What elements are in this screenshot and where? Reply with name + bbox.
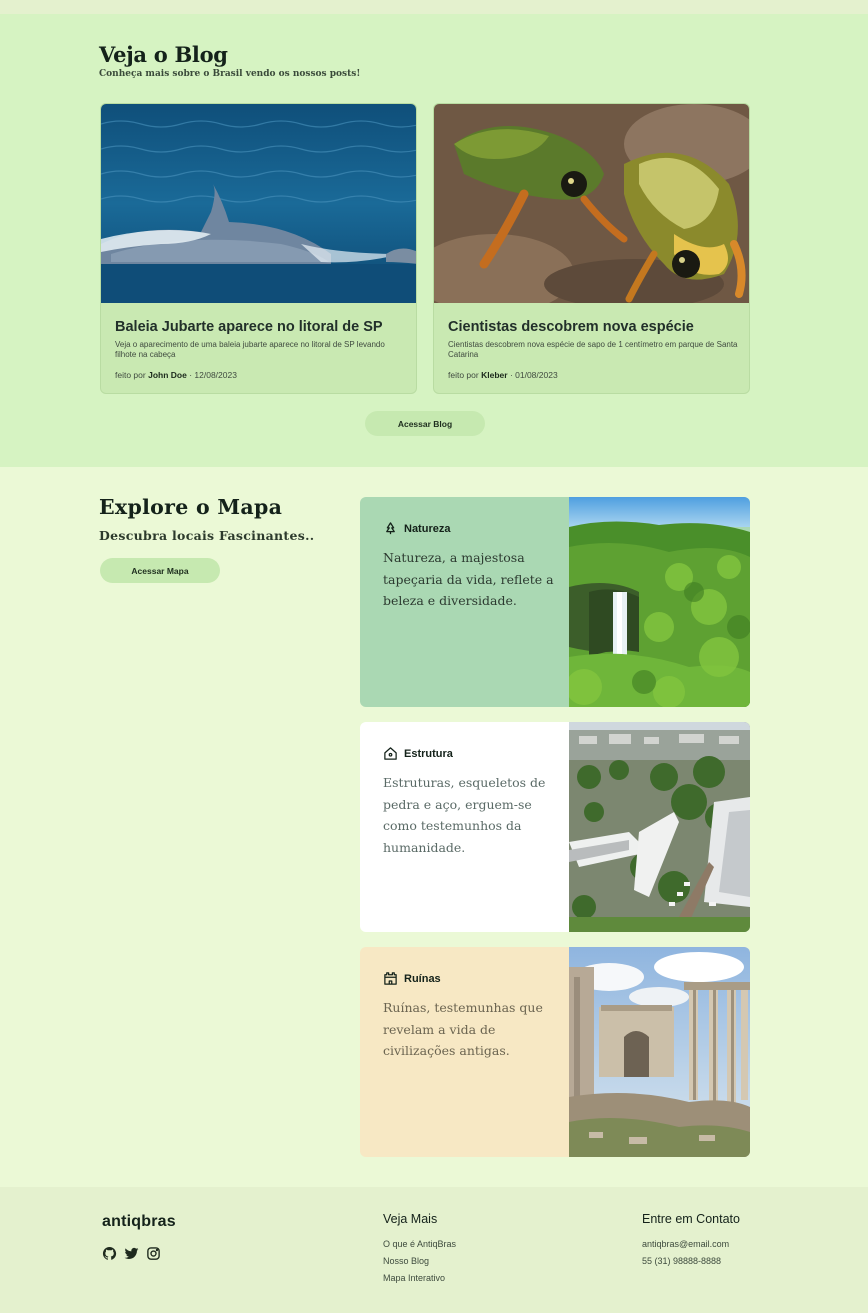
post-date: · 01/08/2023 (509, 370, 558, 380)
footer-link-about[interactable]: O que é AntiqBras (383, 1236, 456, 1253)
access-map-button[interactable]: Acessar Mapa (100, 558, 220, 583)
feature-text: Estruturas, esqueletos de pedra e aço, e… (383, 775, 546, 855)
home-icon (383, 746, 398, 761)
roman-ruins-photo (569, 947, 750, 1157)
post-title[interactable]: Cientistas descobrem nova espécie (448, 319, 694, 335)
blog-section: Veja o Blog Conheça mais sobre o Brasil … (0, 14, 868, 467)
twitter-icon[interactable] (124, 1246, 139, 1261)
post-author: Kleber (481, 370, 508, 380)
footer-link-blog[interactable]: Nosso Blog (383, 1253, 456, 1270)
post-by-prefix: feito por (448, 370, 479, 380)
access-blog-button[interactable]: Acessar Blog (365, 411, 485, 436)
tree-icon (383, 521, 398, 536)
explore-title: Explore o Mapa (99, 495, 283, 519)
feature-label: Estrutura (404, 747, 453, 760)
feature-heading: Natureza (383, 521, 450, 536)
post-description: Veja o aparecimento de uma baleia jubart… (115, 340, 385, 359)
feature-label: Natureza (404, 522, 451, 535)
contact-email: antiqbras@email.com (642, 1239, 730, 1249)
footer-see-more-title: Veja Mais (383, 1212, 438, 1226)
frog-photo (434, 104, 749, 303)
post-author: John Doe (148, 370, 187, 380)
footer-contact-title: Entre em Contato (642, 1212, 740, 1226)
top-strip (0, 0, 868, 14)
footer-contact-list: antiqbras@email.com 55 (31) 98888-8888 (642, 1236, 729, 1270)
explore-subtitle: Descubra locais Fascinantes.. (99, 528, 315, 543)
footer-brand[interactable]: antiqbras (102, 1213, 176, 1231)
footer-see-more-links: O que é AntiqBras Nosso Blog Mapa Intera… (383, 1236, 456, 1287)
castle-icon (383, 971, 398, 986)
city-aerial-photo (569, 722, 750, 932)
blog-subtitle: Conheça mais sobre o Brasil vendo os nos… (99, 69, 361, 79)
waterfall-photo (569, 497, 750, 707)
contact-phone: 55 (31) 98888-8888 (642, 1256, 722, 1266)
post-title[interactable]: Baleia Jubarte aparece no litoral de SP (115, 319, 383, 335)
github-icon[interactable] (102, 1246, 117, 1261)
post-description: Cientistas descobrem nova espécie de sap… (448, 340, 738, 359)
blog-title: Veja o Blog (99, 42, 228, 67)
feature-card-ruinas[interactable]: Ruínas Ruínas, testemunhas que revelam a… (360, 947, 750, 1157)
feature-heading: Ruínas (383, 971, 441, 986)
post-date: · 12/08/2023 (189, 370, 237, 380)
humpback-whale-photo (101, 104, 416, 303)
post-meta: feito por John Doe · 12/08/2023 (115, 370, 237, 380)
footer-link-map[interactable]: Mapa Interativo (383, 1270, 456, 1287)
feature-text: Natureza, a majestosa tapeçaria da vida,… (383, 550, 554, 608)
feature-card-estrutura[interactable]: Estrutura Estruturas, esqueletos de pedr… (360, 722, 750, 932)
blog-card[interactable]: Baleia Jubarte aparece no litoral de SP … (100, 103, 417, 394)
feature-card-natureza[interactable]: Natureza Natureza, a majestosa tapeçaria… (360, 497, 750, 707)
instagram-icon[interactable] (146, 1246, 161, 1261)
explore-section: Explore o Mapa Descubra locais Fascinant… (0, 467, 868, 1187)
post-by-prefix: feito por (115, 370, 146, 380)
blog-card[interactable]: Cientistas descobrem nova espécie Cienti… (433, 103, 750, 394)
feature-heading: Estrutura (383, 746, 453, 761)
feature-text: Ruínas, testemunhas que revelam a vida d… (383, 1000, 543, 1058)
social-links (102, 1246, 161, 1261)
feature-label: Ruínas (404, 972, 441, 985)
post-meta: feito por Kleber · 01/08/2023 (448, 370, 558, 380)
footer: antiqbras Veja Mais O que é AntiqBras No… (0, 1187, 868, 1313)
